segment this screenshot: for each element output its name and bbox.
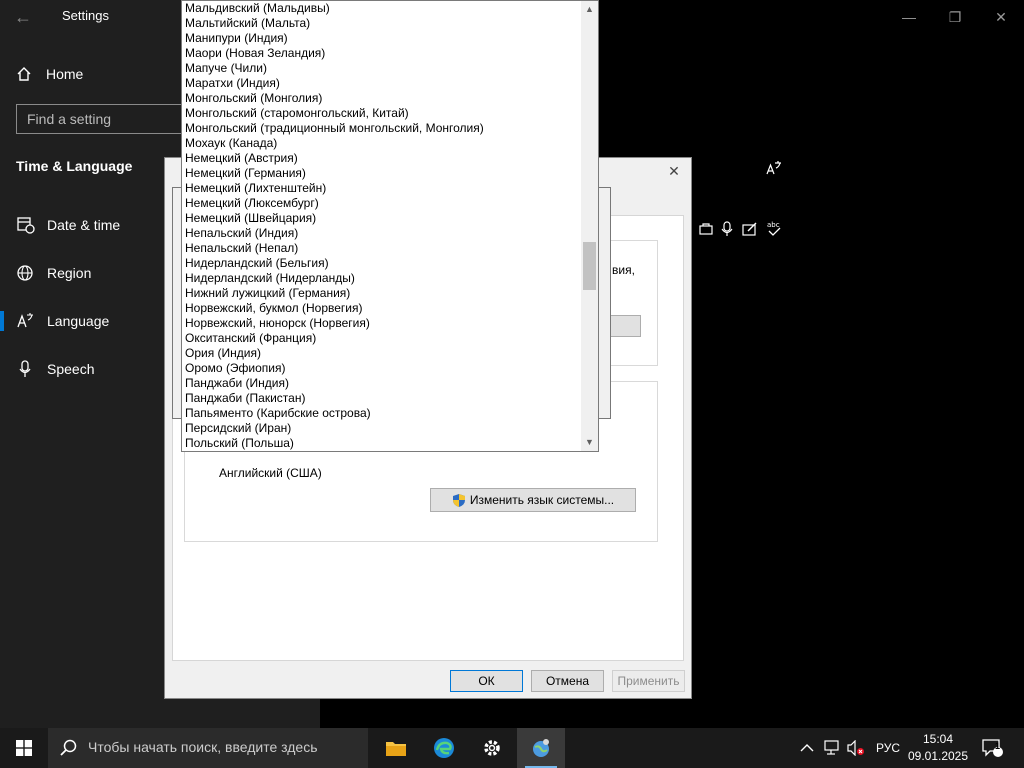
nav-home-label: Home: [46, 66, 84, 82]
input-language-indicator[interactable]: РУС: [876, 728, 900, 768]
network-icon: [824, 740, 839, 755]
language-option[interactable]: Панджаби (Индия): [182, 376, 582, 391]
language-option[interactable]: Персидский (Иран): [182, 421, 582, 436]
gear-icon: [484, 740, 500, 756]
settings-app-button[interactable]: [468, 728, 516, 768]
language-option[interactable]: Нижний лужицкий (Германия): [182, 286, 582, 301]
calendar-clock-icon: [17, 217, 35, 234]
handwriting-feature-icon: [742, 222, 757, 236]
clock-date: 09.01.2025: [907, 749, 969, 763]
language-option[interactable]: Мапуче (Чили): [182, 61, 582, 76]
edge-browser-button[interactable]: [420, 728, 468, 768]
network-status[interactable]: [824, 728, 842, 768]
language-option[interactable]: Немецкий (Лихтенштейн): [182, 181, 582, 196]
nav-item-label: Language: [47, 313, 110, 329]
language-option[interactable]: Непальский (Непал): [182, 241, 582, 256]
apply-button[interactable]: Применить: [612, 670, 685, 692]
notification-icon: [982, 739, 1003, 757]
scroll-thumb[interactable]: [583, 242, 596, 290]
language-option[interactable]: Немецкий (Люксембург): [182, 196, 582, 211]
list-scrollbar[interactable]: ▲ ▼: [581, 1, 598, 451]
language-option[interactable]: Монгольский (старомонгольский, Китай): [182, 106, 582, 121]
language-option[interactable]: Папьяменто (Карибские острова): [182, 406, 582, 421]
chevron-up-icon: [800, 744, 814, 752]
language-option[interactable]: Норвежский, букмол (Норвегия): [182, 301, 582, 316]
language-option[interactable]: Ория (Индия): [182, 346, 582, 361]
language-option[interactable]: Мальтийский (Мальта): [182, 16, 582, 31]
settings-search-placeholder: Find a setting: [27, 111, 112, 127]
language-option[interactable]: Непальский (Индия): [182, 226, 582, 241]
language-option[interactable]: Оромо (Эфиопия): [182, 361, 582, 376]
search-icon: [60, 739, 77, 756]
back-arrow-icon[interactable]: ←: [14, 6, 36, 28]
language-option[interactable]: Маратхи (Индия): [182, 76, 582, 91]
current-system-language: Английский (США): [219, 466, 322, 480]
microphone-icon: [19, 360, 31, 377]
language-option[interactable]: Маори (Новая Зеландия): [182, 46, 582, 61]
display-language-icon: [699, 223, 713, 235]
home-icon: [17, 67, 31, 81]
spellcheck-feature-icon: abc: [767, 221, 781, 236]
app-title: Settings: [62, 8, 109, 23]
notification-center-button[interactable]: 1: [982, 728, 1004, 768]
language-option[interactable]: Мальдивский (Мальдивы): [182, 1, 582, 16]
language-icon: [17, 313, 33, 328]
volume-status[interactable]: [847, 728, 865, 768]
start-button[interactable]: [0, 728, 48, 768]
ok-button[interactable]: ОК: [450, 670, 523, 692]
minimize-icon[interactable]: —: [898, 6, 920, 28]
language-list-items: Мальдивский (Мальдивы) Мальтийский (Мальт…: [182, 1, 582, 451]
language-option[interactable]: Нидерландский (Бельгия): [182, 256, 582, 271]
taskbar-search-box[interactable]: Чтобы начать поиск, введите здесь: [48, 728, 368, 768]
restore-icon[interactable]: ❐: [944, 6, 966, 28]
region-globe-icon: [533, 739, 549, 757]
language-option[interactable]: Мохаук (Канада): [182, 136, 582, 151]
close-icon[interactable]: ✕: [990, 6, 1012, 28]
nav-home[interactable]: Home: [16, 62, 83, 86]
language-dropdown-list[interactable]: Мальдивский (Мальдивы) Мальтийский (Мальт…: [181, 0, 599, 452]
speech-feature-icon: [721, 221, 733, 236]
scroll-down-icon[interactable]: ▼: [581, 434, 598, 451]
volume-muted-icon: [847, 740, 864, 756]
language-option[interactable]: Немецкий (Австрия): [182, 151, 582, 166]
language-option[interactable]: Нидерландский (Нидерланды): [182, 271, 582, 286]
taskbar-clock[interactable]: 15:04 09.01.2025: [906, 731, 970, 765]
taskbar-search-placeholder: Чтобы начать поиск, введите здесь: [88, 739, 318, 755]
language-option[interactable]: Окситанский (Франция): [182, 331, 582, 346]
language-option[interactable]: Польский (Польша): [182, 436, 582, 451]
globe-icon: [17, 265, 33, 281]
language-option[interactable]: Панджаби (Пакистан): [182, 391, 582, 406]
taskbar: Чтобы начать поиск, введите здесь РУС 15…: [0, 728, 1024, 768]
language-feature-icon: [766, 161, 781, 175]
folder-icon: [386, 742, 406, 756]
clock-time: 15:04: [922, 732, 954, 746]
language-option[interactable]: Немецкий (Германия): [182, 166, 582, 181]
language-option[interactable]: Манипури (Индия): [182, 31, 582, 46]
language-option[interactable]: Монгольский (Монголия): [182, 91, 582, 106]
windows-logo-icon: [16, 740, 32, 756]
edge-icon: [434, 738, 454, 758]
scroll-up-icon[interactable]: ▲: [581, 1, 598, 18]
file-explorer-button[interactable]: [372, 728, 420, 768]
language-option[interactable]: Норвежский, нюнорск (Норвегия): [182, 316, 582, 331]
region-control-panel-button[interactable]: [517, 728, 565, 768]
language-option[interactable]: Немецкий (Швейцария): [182, 211, 582, 226]
nav-item-label: Region: [47, 265, 92, 281]
language-option[interactable]: Монгольский (традиционный монгольский, М…: [182, 121, 582, 136]
change-system-language-button[interactable]: Изменить язык системы...: [430, 488, 636, 512]
section-title: Time & Language: [16, 158, 133, 174]
uac-shield-icon: [452, 493, 465, 507]
show-hidden-icons[interactable]: [800, 728, 814, 768]
svg-text:abc: abc: [767, 221, 780, 229]
group-text-fragment: вия,: [612, 263, 635, 277]
cancel-button[interactable]: Отмена: [531, 670, 604, 692]
notification-count: 1: [995, 741, 1001, 751]
nav-item-label: Date & time: [47, 217, 121, 233]
change-system-language-label: Изменить язык системы...: [469, 493, 615, 507]
settings-search-input[interactable]: Find a setting: [16, 104, 186, 134]
dialog-close-icon[interactable]: ✕: [665, 162, 683, 180]
nav-item-label: Speech: [47, 361, 95, 377]
